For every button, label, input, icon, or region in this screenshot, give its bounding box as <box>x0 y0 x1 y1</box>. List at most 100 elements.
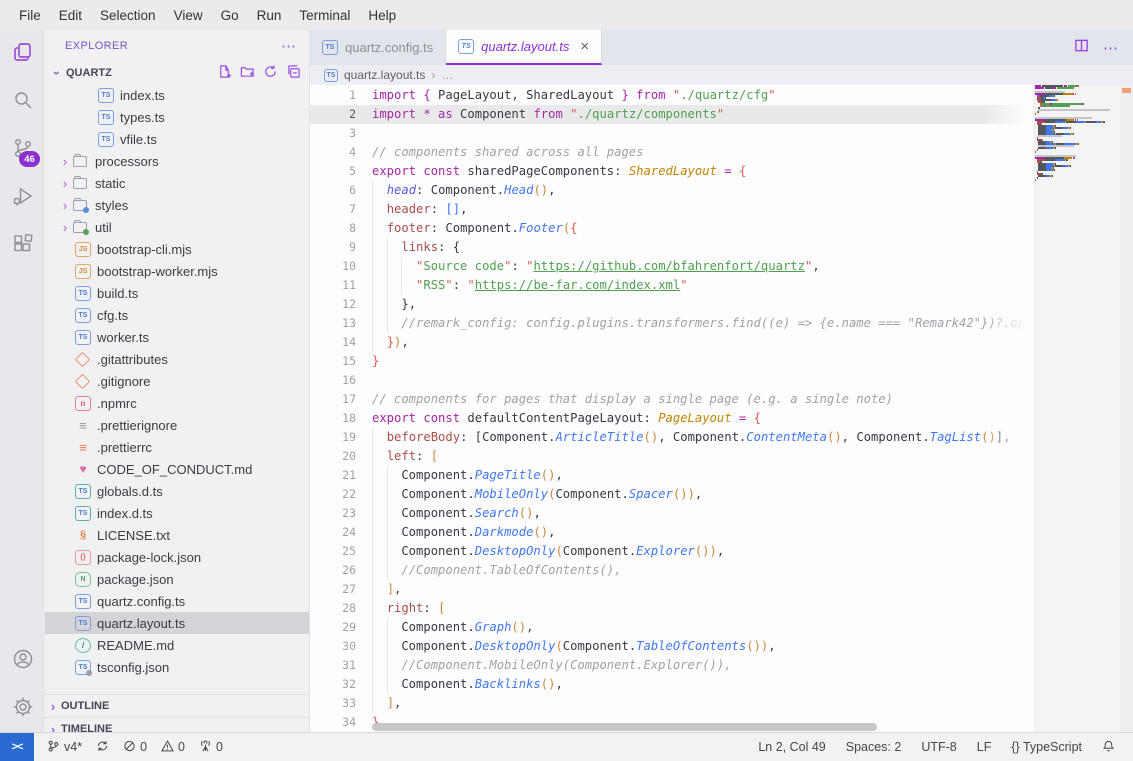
code-line-13[interactable]: 13 //remark_config: config.plugins.trans… <box>310 314 1035 333</box>
code-line-26[interactable]: 26 //Component.TableOfContents(), <box>310 561 1035 580</box>
status-language[interactable]: {} TypeScript <box>1001 740 1092 754</box>
status-notifications[interactable] <box>1092 739 1125 756</box>
tree-item-styles[interactable]: ›styles <box>45 194 309 216</box>
code-line-22[interactable]: 22 Component.MobileOnly(Component.Spacer… <box>310 485 1035 504</box>
status-indentation[interactable]: Spaces: 2 <box>836 740 912 754</box>
code-line-25[interactable]: 25 Component.DesktopOnly(Component.Explo… <box>310 542 1035 561</box>
tree-item-static[interactable]: ›static <box>45 172 309 194</box>
minimap[interactable] <box>1034 85 1120 733</box>
tree-item-bootstrap-cli.mjs[interactable]: JSbootstrap-cli.mjs <box>45 238 309 260</box>
code-line-21[interactable]: 21 Component.PageTitle(), <box>310 466 1035 485</box>
status-eol[interactable]: LF <box>967 740 1002 754</box>
split-editor-icon[interactable] <box>1074 38 1089 58</box>
breadcrumb[interactable]: TS quartz.layout.ts › … <box>310 65 1133 85</box>
project-section-header[interactable]: › QUARTZ <box>45 62 309 84</box>
status-encoding[interactable]: UTF-8 <box>911 740 966 754</box>
code-line-4[interactable]: 4// components shared across all pages <box>310 143 1035 162</box>
code-line-17[interactable]: 17// components for pages that display a… <box>310 390 1035 409</box>
tree-item-quartz.config.ts[interactable]: TSquartz.config.ts <box>45 590 309 612</box>
code-line-15[interactable]: 15} <box>310 352 1035 371</box>
tree-item-vfile.ts[interactable]: TSvfile.ts <box>45 128 309 150</box>
activity-explorer[interactable] <box>0 30 45 78</box>
tree-item-build.ts[interactable]: TSbuild.ts <box>45 282 309 304</box>
tree-item-tsconfig.json[interactable]: TStsconfig.json <box>45 656 309 678</box>
tab-quartz-layout[interactable]: TS quartz.layout.ts × <box>446 30 602 65</box>
code-line-9[interactable]: 9 links: { <box>310 238 1035 257</box>
tree-item-README.md[interactable]: iREADME.md <box>45 634 309 656</box>
code-line-27[interactable]: 27 ], <box>310 580 1035 599</box>
refresh-icon[interactable] <box>263 64 278 82</box>
explorer-actions-icon[interactable]: ⋯ <box>281 37 297 55</box>
status-warnings[interactable]: 0 <box>154 739 192 756</box>
activity-run-debug[interactable] <box>0 174 45 222</box>
tree-item-index.ts[interactable]: TSindex.ts <box>45 84 309 106</box>
code-line-30[interactable]: 30 Component.DesktopOnly(Component.Table… <box>310 637 1035 656</box>
code-line-31[interactable]: 31 //Component.MobileOnly(Component.Expl… <box>310 656 1035 675</box>
code-line-23[interactable]: 23 Component.Search(), <box>310 504 1035 523</box>
code-line-29[interactable]: 29 Component.Graph(), <box>310 618 1035 637</box>
activity-search[interactable] <box>0 78 45 126</box>
status-cursor-position[interactable]: Ln 2, Col 49 <box>748 740 835 754</box>
sidebar-section-outline[interactable]: › OUTLINE <box>45 694 309 717</box>
code-line-3[interactable]: 3 <box>310 124 1035 143</box>
tree-item-index.d.ts[interactable]: TSindex.d.ts <box>45 502 309 524</box>
tree-item-.prettierignore[interactable]: ≡.prettierignore <box>45 414 309 436</box>
remote-indicator[interactable]: >< <box>0 733 34 761</box>
tree-item-util[interactable]: ›util <box>45 216 309 238</box>
more-actions-icon[interactable]: ⋯ <box>1103 39 1119 57</box>
tree-item-quartz.layout.ts[interactable]: TSquartz.layout.ts <box>45 612 309 634</box>
tree-item-.npmrc[interactable]: n.npmrc <box>45 392 309 414</box>
menu-go[interactable]: Go <box>212 8 248 23</box>
menu-view[interactable]: View <box>165 8 212 23</box>
activity-accounts[interactable] <box>0 637 45 685</box>
code-line-2[interactable]: 2import * as Component from "./quartz/co… <box>310 105 1035 124</box>
tree-item-bootstrap-worker.mjs[interactable]: JSbootstrap-worker.mjs <box>45 260 309 282</box>
tree-item-types.ts[interactable]: TStypes.ts <box>45 106 309 128</box>
collapse-all-icon[interactable] <box>286 64 301 82</box>
code-line-28[interactable]: 28 right: [ <box>310 599 1035 618</box>
tree-item-.gitignore[interactable]: .gitignore <box>45 370 309 392</box>
new-folder-icon[interactable] <box>240 64 255 82</box>
status-sync[interactable] <box>89 739 116 756</box>
code-line-16[interactable]: 16 <box>310 371 1035 390</box>
code-line-6[interactable]: 6 head: Component.Head(), <box>310 181 1035 200</box>
code-line-7[interactable]: 7 header: [], <box>310 200 1035 219</box>
code-line-12[interactable]: 12 }, <box>310 295 1035 314</box>
code-editor[interactable]: 1import { PageLayout, SharedLayout } fro… <box>310 85 1133 733</box>
tree-item-cfg.ts[interactable]: TScfg.ts <box>45 304 309 326</box>
horizontal-scrollbar[interactable] <box>372 723 877 731</box>
code-line-11[interactable]: 11 "RSS": "https://be-far.com/index.xml" <box>310 276 1035 295</box>
code-line-19[interactable]: 19 beforeBody: [Component.ArticleTitle()… <box>310 428 1035 447</box>
menu-terminal[interactable]: Terminal <box>290 8 359 23</box>
code-line-1[interactable]: 1import { PageLayout, SharedLayout } fro… <box>310 86 1035 105</box>
menu-edit[interactable]: Edit <box>50 8 91 23</box>
code-line-5[interactable]: 5export const sharedPageComponents: Shar… <box>310 162 1035 181</box>
tree-item-LICENSE.txt[interactable]: §LICENSE.txt <box>45 524 309 546</box>
code-line-10[interactable]: 10 "Source code": "https://github.com/bf… <box>310 257 1035 276</box>
tree-item-worker.ts[interactable]: TSworker.ts <box>45 326 309 348</box>
activity-extensions[interactable] <box>0 222 45 270</box>
code-line-32[interactable]: 32 Component.Backlinks(), <box>310 675 1035 694</box>
tab-quartz-config[interactable]: TS quartz.config.ts <box>310 30 446 65</box>
tree-item-processors[interactable]: ›processors <box>45 150 309 172</box>
tree-item-globals.d.ts[interactable]: TSglobals.d.ts <box>45 480 309 502</box>
code-line-33[interactable]: 33 ], <box>310 694 1035 713</box>
code-line-20[interactable]: 20 left: [ <box>310 447 1035 466</box>
status-git-branch[interactable]: v4* <box>40 739 89 756</box>
menu-file[interactable]: File <box>10 8 50 23</box>
tree-item-package-lock.json[interactable]: {}package-lock.json <box>45 546 309 568</box>
menu-help[interactable]: Help <box>359 8 405 23</box>
overview-ruler[interactable] <box>1120 85 1133 733</box>
status-errors[interactable]: 0 <box>116 739 154 756</box>
tree-item-CODE_OF_CONDUCT.md[interactable]: ♥CODE_OF_CONDUCT.md <box>45 458 309 480</box>
tree-item-package.json[interactable]: Npackage.json <box>45 568 309 590</box>
tree-item-.gitattributes[interactable]: .gitattributes <box>45 348 309 370</box>
code-line-24[interactable]: 24 Component.Darkmode(), <box>310 523 1035 542</box>
code-line-8[interactable]: 8 footer: Component.Footer({ <box>310 219 1035 238</box>
breadcrumb-file[interactable]: quartz.layout.ts <box>344 68 425 82</box>
tree-item-.prettierrc[interactable]: ≡.prettierrc <box>45 436 309 458</box>
menu-selection[interactable]: Selection <box>91 8 165 23</box>
status-ports[interactable]: 0 <box>192 739 230 756</box>
activity-source-control[interactable]: 46 <box>0 126 45 174</box>
new-file-icon[interactable] <box>217 64 232 82</box>
